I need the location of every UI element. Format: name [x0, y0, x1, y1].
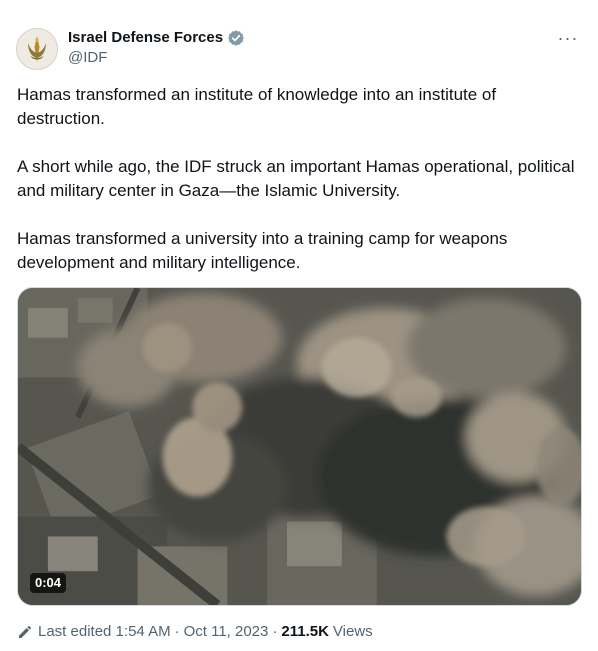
tweet-paragraph: A short while ago, the IDF struck an imp… [17, 157, 575, 200]
video-player[interactable]: 0:04 [17, 287, 582, 606]
avatar[interactable] [16, 28, 58, 70]
tweet-paragraph: Hamas transformed an institute of knowle… [17, 85, 497, 128]
views-label: Views [332, 623, 373, 640]
name-row: Israel Defense Forces [68, 28, 245, 48]
tweet-card: Israel Defense Forces @IDF ··· Hamas tra… [0, 0, 598, 651]
tweet-meta: Last edited 1:54 AM · Oct 11, 2023 · 211… [17, 622, 373, 642]
tweet-text: Hamas transformed an institute of knowle… [17, 83, 577, 299]
pencil-icon [19, 626, 31, 638]
meta-separator: · [272, 623, 278, 640]
author-block: Israel Defense Forces @IDF [68, 28, 245, 68]
video-frame [18, 288, 581, 605]
meta-separator: · [174, 623, 180, 640]
more-icon[interactable]: ··· [556, 28, 580, 48]
edited-timestamp[interactable]: Last edited 1:54 AM [38, 622, 171, 642]
author-handle[interactable]: @IDF [68, 48, 245, 68]
views-count[interactable]: 211.5K [281, 622, 329, 642]
author-display-name[interactable]: Israel Defense Forces [68, 28, 223, 48]
verified-badge-icon [228, 30, 244, 46]
tweet-paragraph: Hamas transformed a university into a tr… [17, 229, 508, 272]
tweet-date[interactable]: Oct 11, 2023 [184, 622, 269, 642]
video-duration: 0:04 [30, 573, 67, 593]
idf-emblem-icon [17, 29, 57, 69]
